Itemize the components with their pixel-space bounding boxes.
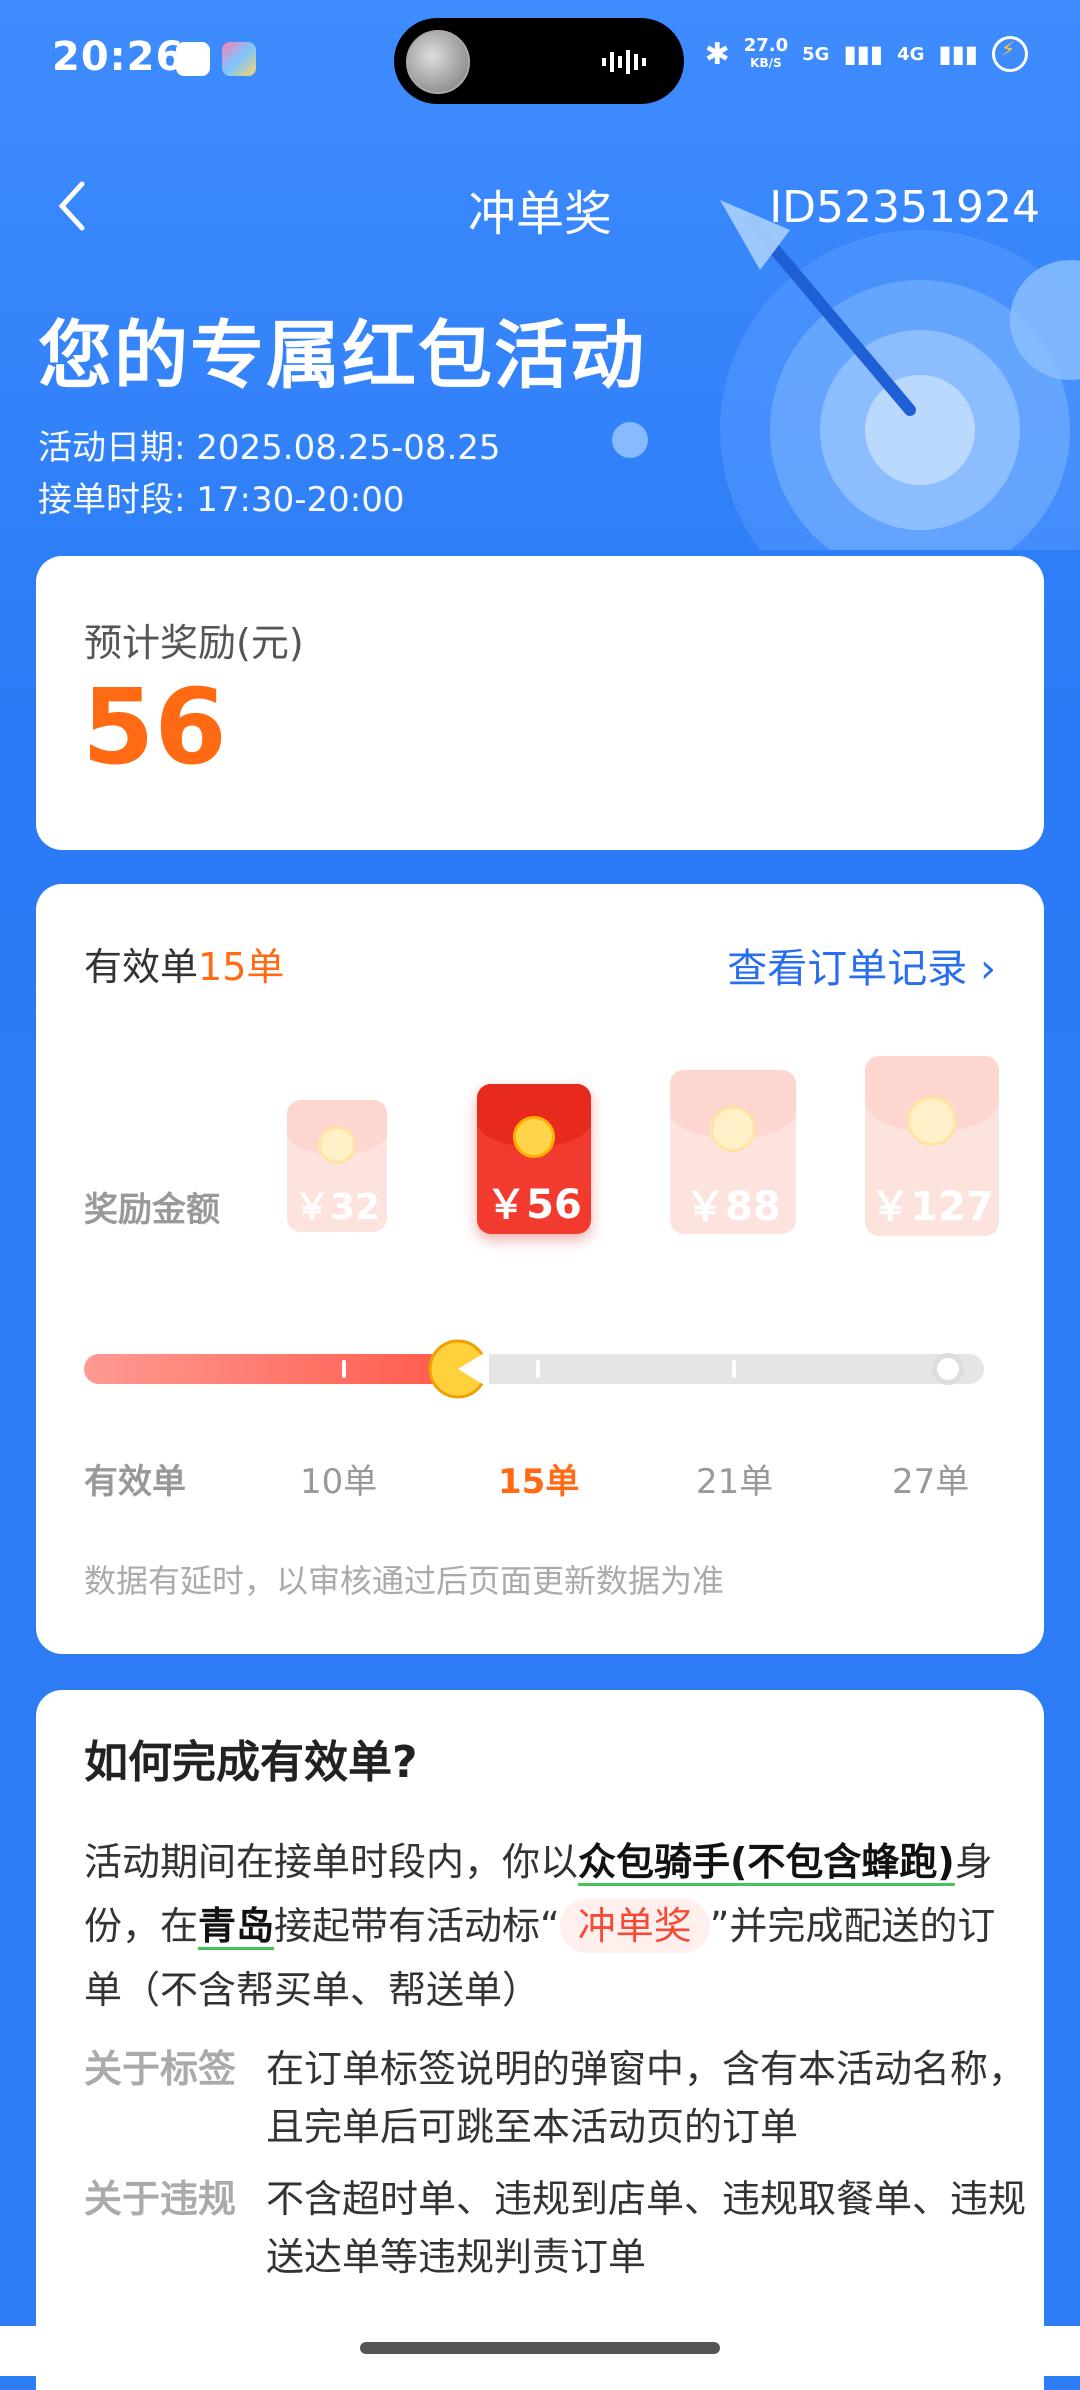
signal-5g-icon: 5G [802,43,830,65]
tier-orders-label: 27单 [892,1462,970,1502]
valid-orders: 有效单15单 [84,945,285,989]
battery-charging-icon [992,36,1028,72]
status-indicators: ✱ 27.0 KB/S 5G ▮▮▮ 4G ▮▮▮ [705,36,1028,72]
valid-count: 15单 [198,945,285,989]
net-speed: 27.0 KB/S [743,34,789,70]
audio-wave-icon [602,50,646,74]
signal-bars-icon: ▮▮▮ [843,40,884,68]
status-bar: 20:26 ✱ 27.0 KB/S 5G ▮▮▮ 4G ▮▮▮ [0,0,1080,120]
home-indicator[interactable] [360,2342,720,2354]
reward-amount: 56 [82,666,227,788]
order-time-window: 接单时段: 17:30-20:00 [38,480,405,520]
progress-track [84,1339,984,1399]
progress-tick [342,1360,346,1378]
howto-title: 如何完成有效单? [84,1737,418,1788]
red-packet-tier: ￥32 [287,1100,387,1232]
dynamic-island [394,18,684,104]
activity-tag: 冲单奖 [559,1899,710,1953]
tier-orders-label: 10单 [300,1462,378,1502]
status-time: 20:26 [52,34,185,80]
red-packet-tier-current: ￥56 [477,1084,591,1234]
chevron-right-icon: › [980,946,996,992]
bluetooth-icon: ✱ [704,36,730,72]
howto-card: 如何完成有效单? 活动期间在接单时段内，你以众包骑手(不包含蜂跑)身份，在青岛接… [36,1690,1044,2390]
progress-knob-icon [428,1339,489,1399]
avatar [406,30,470,94]
red-packet-tier: ￥127 [865,1056,999,1236]
progress-fill [84,1354,458,1384]
activity-date: 活动日期: 2025.08.25-08.25 [38,428,501,468]
tier-orders-label: 21单 [696,1462,774,1502]
progress-tick [732,1360,736,1378]
order-record-link[interactable]: 查看订单记录 › [727,936,996,994]
app-notification-icon [222,42,256,76]
signal-bars-icon-2: ▮▮▮ [938,40,978,68]
progress-card: 有效单15单 查看订单记录 › 奖励金额 ￥32 ￥56 ￥88 ￥127 有效… [36,884,1044,1654]
reward-card: 预计奖励(元) 56 [36,556,1044,850]
data-delay-note: 数据有延时，以审核通过后页面更新数据为准 [84,1562,725,1600]
nav-bar: 冲单奖 ID52351924 [0,160,1080,250]
reward-label: 预计奖励(元) [84,621,304,665]
progress-tick [536,1360,540,1378]
rider-id: ID52351924 [769,182,1040,233]
hero-headline: 您的专属红包活动 [38,313,646,399]
signal-4g-icon: 4G [897,43,925,65]
red-packet-tier: ￥88 [670,1070,796,1234]
axis-label: 有效单 [84,1462,186,1502]
reward-amount-label: 奖励金额 [84,1190,220,1230]
qq-icon [176,42,210,76]
progress-end-cap [932,1353,964,1385]
tier-orders-label-current: 15单 [498,1462,580,1502]
howto-paragraph: 活动期间在接单时段内，你以众包骑手(不包含蜂跑)身份，在青岛接起带有活动标“ 冲单… [84,1840,996,2012]
